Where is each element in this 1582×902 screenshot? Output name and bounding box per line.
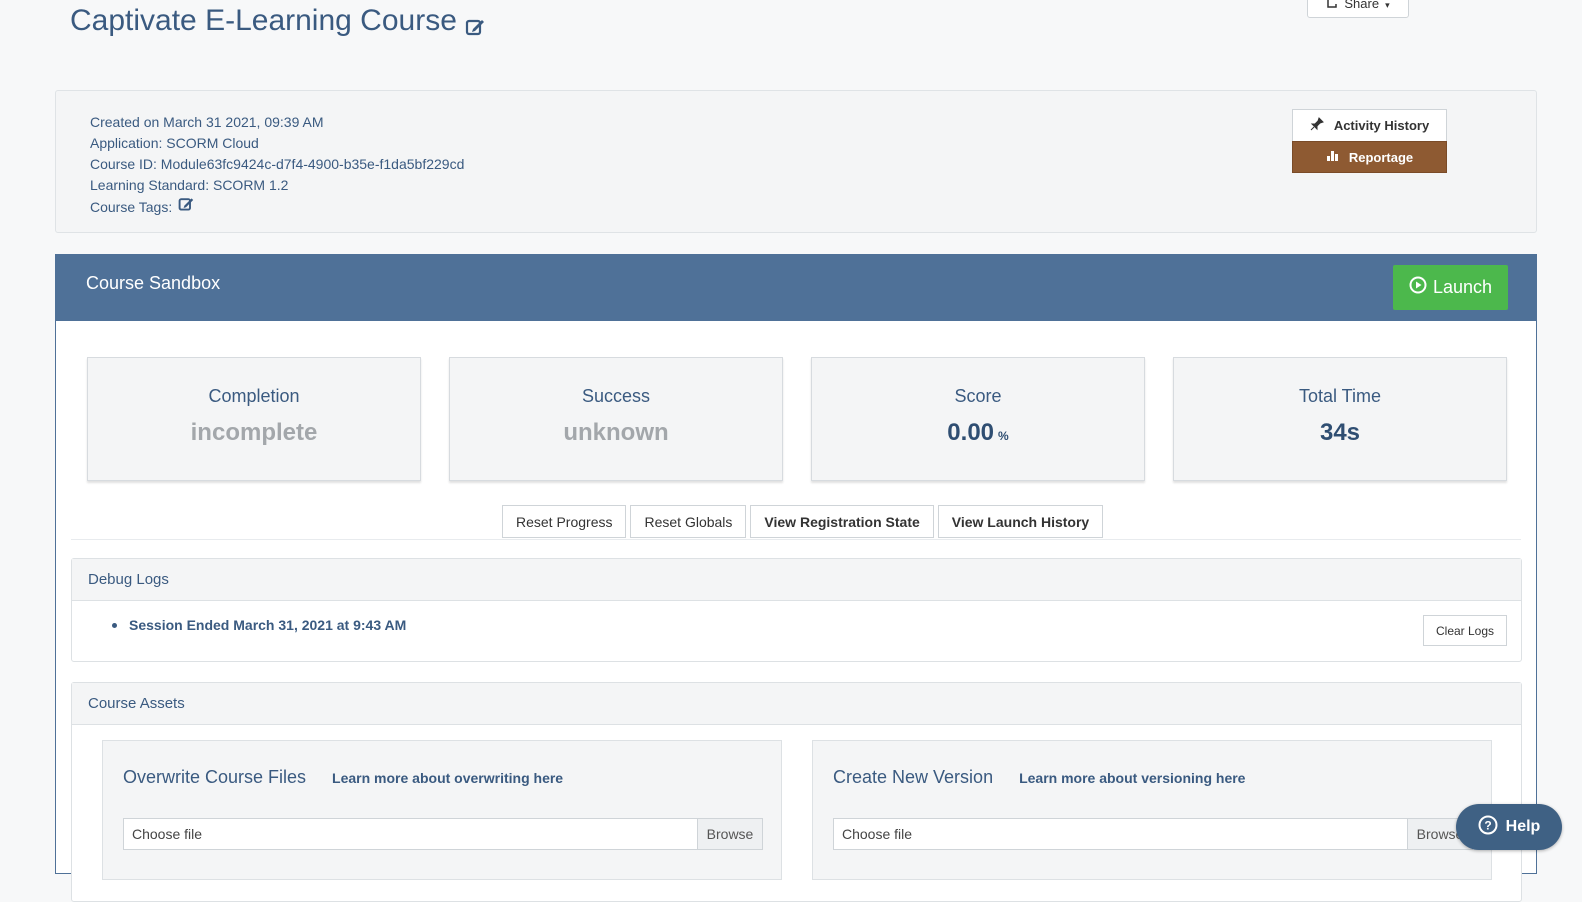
overwrite-title: Overwrite Course Files (123, 767, 307, 787)
course-info-panel: Created on March 31 2021, 09:39 AM Appli… (55, 90, 1537, 233)
activity-history-button[interactable]: Activity History (1292, 109, 1447, 141)
question-circle-icon: ? (1478, 815, 1498, 840)
total-time-card: Total Time 34s (1173, 357, 1507, 481)
debug-logs-panel: Debug Logs Session Ended March 31, 2021 … (71, 558, 1522, 662)
clear-logs-button[interactable]: Clear Logs (1423, 615, 1507, 646)
bar-chart-icon (1326, 149, 1339, 165)
overwrite-learn-more-link[interactable]: Learn more about overwriting here (332, 770, 563, 786)
reportage-button[interactable]: Reportage (1292, 141, 1447, 173)
overwrite-title-row: Overwrite Course Files Learn more about … (123, 767, 563, 788)
share-icon (1326, 0, 1338, 11)
page-title: Captivate E-Learning Course (70, 4, 485, 38)
pin-icon (1310, 117, 1324, 134)
create-new-version-section: Create New Version Learn more about vers… (812, 740, 1492, 880)
launch-label: Launch (1432, 277, 1493, 297)
new-version-file-input[interactable]: Choose file (834, 819, 1407, 849)
caret-down-icon: ▾ (1385, 0, 1390, 10)
total-time-value: 34s (1319, 419, 1361, 446)
success-label: Success (581, 386, 651, 406)
score-label: Score (954, 386, 1002, 406)
bullet-icon (112, 622, 117, 628)
share-button[interactable]: Share ▾ (1307, 0, 1409, 18)
play-circle-icon (1409, 276, 1427, 299)
completion-label: Completion (208, 386, 300, 406)
overwrite-file-picker[interactable]: Choose file Browse (123, 818, 763, 850)
sandbox-title: Course Sandbox (86, 273, 221, 293)
share-label: Share (1344, 0, 1380, 11)
completion-value: incomplete (190, 419, 318, 446)
learning-standard: Learning Standard: SCORM 1.2 (90, 177, 289, 193)
edit-tags-icon[interactable] (178, 196, 194, 218)
success-value: unknown (563, 419, 669, 446)
score-unit: % (998, 429, 1009, 443)
course-side-actions: Activity History Reportage (1292, 109, 1447, 173)
course-tags: Course Tags: (90, 196, 464, 218)
new-version-file-picker[interactable]: Choose file Browse (833, 818, 1473, 850)
help-button[interactable]: ? Help (1456, 804, 1562, 850)
course-id: Course ID: Module63fc9424c-d7f4-4900-b35… (90, 156, 465, 172)
score-value: 0.00 (947, 419, 995, 446)
sandbox-header: Course Sandbox Launch (56, 255, 1536, 321)
launch-button[interactable]: Launch (1393, 265, 1508, 310)
page-title-text: Captivate E-Learning Course (70, 4, 457, 37)
success-card: Success unknown (449, 357, 783, 481)
score-value-row: 0.00% (812, 419, 1144, 447)
svg-text:?: ? (1484, 818, 1491, 832)
activity-history-label: Activity History (1333, 118, 1430, 133)
view-launch-history-button[interactable]: View Launch History (937, 505, 1104, 538)
divider (71, 539, 1521, 540)
sandbox-actions: Reset Progress Reset Globals View Regist… (502, 505, 1104, 538)
edit-icon[interactable] (465, 11, 485, 36)
total-time-label: Total Time (1298, 386, 1382, 406)
debug-logs-heading: Debug Logs (72, 559, 1521, 601)
course-info-list: Created on March 31 2021, 09:39 AM Appli… (90, 112, 464, 218)
view-registration-state-button[interactable]: View Registration State (750, 505, 934, 538)
help-label: Help (1505, 818, 1541, 835)
score-card: Score 0.00% (811, 357, 1145, 481)
overwrite-course-files-section: Overwrite Course Files Learn more about … (102, 740, 782, 880)
application-info: Application: SCORM Cloud (90, 135, 259, 151)
new-version-title: Create New Version (833, 767, 994, 787)
course-sandbox-panel: Course Sandbox Launch Completion incompl… (55, 254, 1537, 902)
versioning-learn-more-link[interactable]: Learn more about versioning here (1019, 770, 1245, 786)
overwrite-file-input[interactable]: Choose file (124, 819, 697, 849)
reset-progress-button[interactable]: Reset Progress (502, 505, 627, 538)
completion-card: Completion incomplete (87, 357, 421, 481)
course-tags-label: Course Tags: (90, 198, 173, 215)
reset-globals-button[interactable]: Reset Globals (630, 505, 747, 538)
created-date: Created on March 31 2021, 09:39 AM (90, 114, 324, 130)
log-entry: Session Ended March 31, 2021 at 9:43 AM (112, 617, 406, 633)
log-entry-text: Session Ended March 31, 2021 at 9:43 AM (129, 617, 407, 633)
new-version-title-row: Create New Version Learn more about vers… (833, 767, 1245, 788)
overwrite-browse-button[interactable]: Browse (697, 819, 762, 849)
course-assets-heading: Course Assets (72, 683, 1521, 725)
reportage-label: Reportage (1348, 149, 1414, 165)
course-assets-panel: Course Assets Overwrite Course Files Lea… (71, 682, 1522, 902)
